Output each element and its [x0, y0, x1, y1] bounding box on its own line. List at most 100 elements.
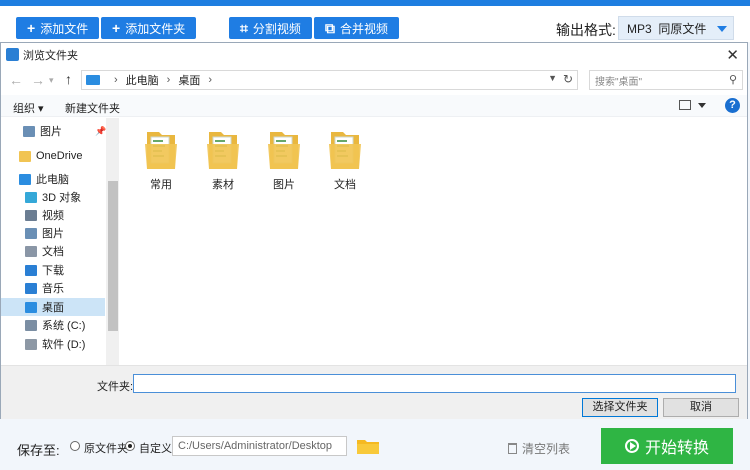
app-icon	[6, 48, 19, 61]
sidebar-scrollbar-thumb[interactable]	[108, 181, 118, 331]
add-folder-button[interactable]: + 添加文件夹	[101, 17, 197, 39]
sidebar-item[interactable]: 系统 (C:)	[1, 316, 105, 334]
custom-folder-label[interactable]: 自定义	[139, 440, 172, 456]
merge-video-button[interactable]: ⧉ 合并视频	[314, 17, 400, 39]
sidebar-item[interactable]: 图片 📌	[1, 122, 106, 140]
back-arrow-icon[interactable]: ←	[9, 72, 23, 88]
sidebar-item-label: 3D 对象	[42, 192, 82, 204]
drive-d-icon	[25, 338, 37, 350]
new-folder-button[interactable]: 新建文件夹	[65, 100, 120, 116]
browse-folder-dialog: 浏览文件夹 ✕ ← → ▾ ↑ › 此电脑 › 桌面 › ▼ ↻ 搜索"桌面" …	[0, 42, 748, 419]
select-folder-button[interactable]: 选择文件夹	[582, 398, 658, 417]
dialog-titlebar: 浏览文件夹 ✕	[1, 43, 747, 67]
organize-menu[interactable]: 组织 ▾	[13, 100, 44, 116]
sidebar-item-label: 下载	[42, 265, 64, 277]
folder-content-pane: 常用 素材 图片 文档	[121, 118, 747, 365]
sidebar-item[interactable]: 此电脑	[1, 170, 105, 188]
folder-label: 文档	[334, 179, 356, 191]
split-video-button[interactable]: ⌗ 分割视频	[229, 17, 312, 39]
clear-list-button[interactable]: 清空列表	[508, 440, 570, 457]
recent-chevron-icon[interactable]: ▾	[49, 75, 54, 86]
navigation-pane: 图片 📌 OneDrive 此电脑 3D 对象 视频 图片 文档 下载 音乐 桌面 系统 (C:) 软件…	[1, 118, 119, 365]
footer-bar: 保存至: 原文件夹 自定义 C:/Users/Administrator/Des…	[0, 419, 750, 470]
sidebar-item[interactable]: OneDrive	[1, 147, 105, 165]
search-input[interactable]: 搜索"桌面" ⚲	[589, 70, 743, 90]
output-format-select[interactable]: MP3 同原文件	[618, 16, 734, 40]
sidebar-item-label: 软件 (D:)	[42, 339, 86, 351]
folder-item[interactable]: 图片	[262, 128, 306, 192]
forward-arrow-icon[interactable]: →	[31, 72, 45, 88]
search-icon: ⚲	[728, 74, 737, 86]
chevron-down-icon[interactable]	[698, 103, 706, 108]
navigation-bar: ← → ▾ ↑ › 此电脑 › 桌面 › ▼ ↻ 搜索"桌面" ⚲	[1, 69, 747, 93]
pin-icon[interactable]: 📌	[95, 126, 106, 137]
output-format-value: MP3 同原文件	[627, 21, 707, 36]
sidebar-item-label: 视频	[42, 210, 64, 222]
folder-item[interactable]: 常用	[139, 128, 183, 192]
downloads-icon	[25, 264, 37, 276]
breadcrumb-root[interactable]: 此电脑	[126, 72, 159, 88]
add-file-label: 添加文件	[40, 21, 89, 36]
clear-list-label: 清空列表	[522, 442, 571, 456]
videos-icon	[25, 209, 37, 221]
output-path-input[interactable]: C:/Users/Administrator/Desktop	[172, 436, 347, 456]
main-toolbar: + 添加文件 + 添加文件夹 ⌗ 分割视频 ⧉ 合并视频 输出格式: MP3 同…	[0, 6, 750, 42]
address-dropdown-icon[interactable]: ▼	[548, 73, 557, 83]
breadcrumb-chevron-icon: ›	[114, 74, 118, 86]
sidebar-item[interactable]: 软件 (D:)	[1, 335, 105, 353]
refresh-icon[interactable]: ↻	[563, 72, 573, 86]
trash-icon	[508, 443, 517, 454]
start-convert-label: 开始转换	[644, 440, 709, 457]
sidebar-item[interactable]: 图片	[1, 224, 105, 242]
folder-item[interactable]: 素材	[201, 128, 245, 192]
output-format-label: 输出格式:	[556, 22, 616, 38]
breadcrumb-current[interactable]: 桌面	[178, 72, 200, 88]
folder-label: 素材	[212, 179, 234, 191]
sidebar-item[interactable]: 下载	[1, 261, 105, 279]
add-folder-label: 添加文件夹	[125, 21, 186, 36]
3d-objects-icon	[25, 191, 37, 203]
filename-label: 文件夹:	[97, 381, 134, 393]
sidebar-item-label: OneDrive	[36, 150, 83, 162]
folder-item[interactable]: 文档	[323, 128, 367, 192]
add-file-button[interactable]: + 添加文件	[16, 17, 100, 39]
sidebar-item[interactable]: 3D 对象	[1, 188, 105, 206]
documents-icon	[25, 245, 37, 257]
sidebar-item-label: 桌面	[42, 302, 64, 314]
sidebar-item-label: 系统 (C:)	[42, 320, 86, 332]
drive-c-icon	[25, 319, 37, 331]
close-icon[interactable]: ✕	[726, 46, 739, 64]
breadcrumb-chevron-icon: ›	[166, 74, 171, 86]
pictures-icon	[23, 125, 35, 137]
sidebar-item[interactable]: 桌面	[1, 298, 105, 316]
computer-icon	[86, 75, 100, 85]
sidebar-item[interactable]: 视频	[1, 206, 105, 224]
dialog-title: 浏览文件夹	[23, 50, 78, 62]
sidebar-item-label: 此电脑	[36, 174, 69, 186]
help-icon[interactable]: ?	[725, 98, 740, 113]
sidebar-item[interactable]: 音乐	[1, 279, 105, 297]
sidebar-item-label: 音乐	[42, 283, 64, 295]
sidebar-item[interactable]: 文档	[1, 242, 105, 260]
radio-custom-folder[interactable]	[125, 441, 135, 451]
cancel-button[interactable]: 取消	[663, 398, 739, 417]
folder-open-icon[interactable]	[356, 437, 380, 455]
radio-original-folder[interactable]	[70, 441, 80, 451]
chevron-down-icon	[717, 26, 727, 32]
search-placeholder: 搜索"桌面"	[595, 76, 643, 88]
play-circle-icon	[624, 439, 639, 453]
start-convert-button[interactable]: 开始转换	[601, 428, 733, 464]
up-arrow-icon[interactable]: ↑	[65, 71, 72, 87]
plus-icon: +	[112, 20, 121, 36]
crop-icon: ⌗	[240, 20, 248, 36]
original-folder-label[interactable]: 原文件夹	[84, 440, 128, 456]
folder-name-input[interactable]	[133, 374, 736, 393]
sidebar-item-label: 图片	[40, 126, 62, 138]
computer-icon	[19, 173, 31, 185]
folder-icon	[207, 132, 239, 169]
split-video-label: 分割视频	[252, 21, 301, 36]
address-bar[interactable]: › 此电脑 › 桌面 › ▼ ↻	[81, 70, 578, 90]
desktop-icon	[25, 301, 37, 313]
command-bar: 组织 ▾ 新建文件夹 ?	[1, 95, 747, 117]
view-options-icon[interactable]	[679, 100, 691, 110]
